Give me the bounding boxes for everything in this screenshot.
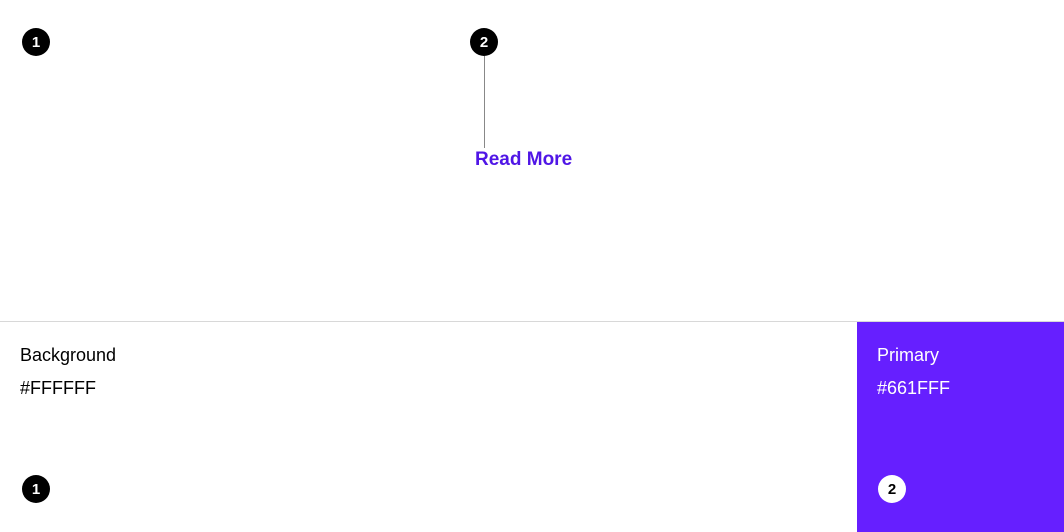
callout-badge-1-number: 1 — [32, 34, 40, 51]
swatch-primary-hex: #661FFF — [877, 373, 1044, 404]
color-swatch-row: Background #FFFFFF Primary #661FFF — [0, 321, 1064, 532]
swatch-background-label: Background — [20, 340, 837, 371]
demo-area: 1 2 Read More — [0, 0, 1064, 321]
callout-badge-2-number: 2 — [480, 34, 488, 51]
read-more-link[interactable]: Read More — [475, 149, 572, 171]
swatch-badge-1-number: 1 — [32, 481, 40, 498]
callout-connector-line — [484, 56, 485, 148]
callout-badge-2: 2 — [470, 28, 498, 56]
swatch-badge-2-number: 2 — [888, 481, 896, 498]
swatch-badge-1: 1 — [22, 475, 50, 503]
swatch-badge-2: 2 — [878, 475, 906, 503]
callout-badge-1: 1 — [22, 28, 50, 56]
swatch-background-hex: #FFFFFF — [20, 373, 837, 404]
swatch-background: Background #FFFFFF — [0, 322, 857, 532]
swatch-primary-label: Primary — [877, 340, 1044, 371]
